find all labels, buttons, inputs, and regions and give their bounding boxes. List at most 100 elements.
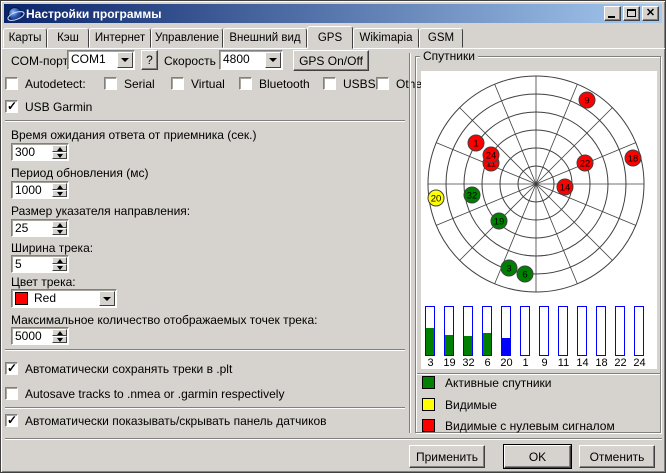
- separator: [5, 120, 405, 122]
- satellites-group-title: Спутники: [420, 49, 478, 63]
- tab-internet[interactable]: Интернет: [89, 28, 151, 48]
- spin-up-button[interactable]: [52, 257, 67, 264]
- track-width-field[interactable]: 5: [11, 255, 69, 273]
- max-track-points-stepper[interactable]: [52, 329, 67, 343]
- com-port-select[interactable]: COM1: [67, 50, 135, 70]
- signal-bar: [444, 306, 454, 356]
- signal-bar-label: 9: [535, 357, 554, 369]
- autosave-nmea-checkbox[interactable]: [5, 387, 18, 400]
- signal-bar: [520, 306, 530, 356]
- virtual-checkbox[interactable]: [171, 77, 184, 90]
- spin-up-button[interactable]: [52, 145, 67, 152]
- spin-down-button[interactable]: [52, 336, 67, 343]
- others-checkbox[interactable]: [376, 77, 389, 90]
- arrow-down-icon: [57, 154, 63, 158]
- timeout-field[interactable]: 300: [11, 143, 69, 161]
- cancel-button[interactable]: Отменить: [579, 445, 655, 468]
- spin-down-button[interactable]: [52, 228, 67, 235]
- close-button[interactable]: ✕: [642, 6, 659, 21]
- spin-down-button[interactable]: [52, 264, 67, 271]
- speed-label: Скорость: [164, 54, 216, 68]
- svg-text:14: 14: [560, 183, 571, 194]
- arrow-up-icon: [57, 147, 63, 151]
- arrow-down-icon: [57, 338, 63, 342]
- usb-garmin-checkbox[interactable]: [5, 100, 18, 113]
- signal-bar: [501, 306, 511, 356]
- com-port-dropdown-button[interactable]: [117, 52, 133, 68]
- spin-up-button[interactable]: [52, 329, 67, 336]
- track-color-dropdown-button[interactable]: [99, 291, 115, 306]
- usb-garmin-label: USB Garmin: [25, 100, 92, 114]
- pointer-size-field[interactable]: 25: [11, 219, 69, 237]
- usbser-checkbox[interactable]: [323, 77, 336, 90]
- maximize-icon: [627, 9, 636, 17]
- minimize-button[interactable]: [604, 6, 621, 21]
- legend-swatch-zero-signal: [422, 419, 435, 432]
- spin-up-button[interactable]: [52, 221, 67, 228]
- track-color-swatch: [15, 292, 28, 305]
- legend-label-zero-signal: Видимые с нулевым сигналом: [445, 419, 615, 433]
- arrow-up-icon: [57, 331, 63, 335]
- track-width-stepper[interactable]: [52, 257, 67, 271]
- track-color-select[interactable]: Red: [11, 289, 117, 308]
- spin-up-button[interactable]: [52, 183, 67, 190]
- com-port-help-button[interactable]: ?: [141, 50, 158, 70]
- tab-strip: Карты Кэш Интернет Управление Внешний ви…: [1, 26, 666, 48]
- tab-gsm[interactable]: GSM: [419, 28, 463, 48]
- signal-bar-fill: [483, 333, 491, 355]
- chevron-down-icon: [103, 297, 111, 301]
- speed-value: 4800: [223, 52, 250, 66]
- apply-button[interactable]: Применить: [409, 445, 485, 468]
- spin-down-button[interactable]: [52, 190, 67, 197]
- update-period-field[interactable]: 1000: [11, 181, 69, 199]
- arrow-down-icon: [57, 266, 63, 270]
- arrow-down-icon: [57, 192, 63, 196]
- title-bar: Настройки программы ✕: [4, 4, 662, 23]
- speed-select[interactable]: 4800: [219, 50, 283, 70]
- serial-label: Serial: [124, 77, 155, 91]
- gps-on-off-button[interactable]: GPS On/Off: [293, 50, 369, 71]
- bluetooth-checkbox[interactable]: [239, 77, 252, 90]
- max-track-points-value: 5000: [15, 329, 42, 343]
- svg-text:9: 9: [584, 96, 589, 107]
- tab-cache[interactable]: Кэш: [47, 28, 89, 48]
- tab-maps[interactable]: Карты: [3, 28, 47, 48]
- track-width-label: Ширина трека:: [11, 241, 93, 255]
- pointer-size-stepper[interactable]: [52, 221, 67, 235]
- autodetect-checkbox[interactable]: [5, 77, 18, 90]
- track-width-value: 5: [15, 257, 22, 271]
- arrow-up-icon: [57, 185, 63, 189]
- signal-bar-label: 6: [478, 357, 497, 369]
- spin-down-button[interactable]: [52, 152, 67, 159]
- tab-wikimapia[interactable]: Wikimapia: [353, 28, 419, 48]
- tab-appearance[interactable]: Внешний вид: [223, 28, 307, 48]
- max-track-points-label: Максимальное количество отображаемых точ…: [11, 313, 317, 327]
- ok-button[interactable]: OK: [504, 445, 571, 468]
- autosave-plt-checkbox[interactable]: [5, 362, 18, 375]
- signal-bar-label: 24: [630, 357, 649, 369]
- signal-bar: [539, 306, 549, 356]
- autosave-nmea-label: Autosave tracks to .nmea or .garmin resp…: [25, 387, 284, 401]
- svg-text:22: 22: [580, 159, 591, 170]
- svg-text:32: 32: [467, 191, 478, 202]
- bluetooth-label: Bluetooth: [259, 77, 310, 91]
- timeout-stepper[interactable]: [52, 145, 67, 159]
- signal-bar: [425, 306, 435, 356]
- tab-gps[interactable]: GPS: [307, 26, 353, 49]
- max-track-points-field[interactable]: 5000: [11, 327, 69, 345]
- speed-dropdown-button[interactable]: [265, 52, 281, 68]
- signal-bar: [615, 306, 625, 356]
- update-period-stepper[interactable]: [52, 183, 67, 197]
- track-color-value: Red: [34, 291, 56, 305]
- svg-text:6: 6: [522, 270, 527, 281]
- tab-control[interactable]: Управление: [151, 28, 223, 48]
- sensors-panel-checkbox[interactable]: [5, 414, 18, 427]
- signal-bar: [558, 306, 568, 356]
- serial-checkbox[interactable]: [104, 77, 117, 90]
- maximize-button[interactable]: [623, 6, 640, 21]
- legend-swatch-visible: [422, 398, 435, 411]
- legend-swatch-active: [422, 376, 435, 389]
- separator: [417, 373, 660, 375]
- signal-bar-label: 18: [592, 357, 611, 369]
- timeout-label: Время ожидания ответа от приемника (сек.…: [11, 128, 256, 142]
